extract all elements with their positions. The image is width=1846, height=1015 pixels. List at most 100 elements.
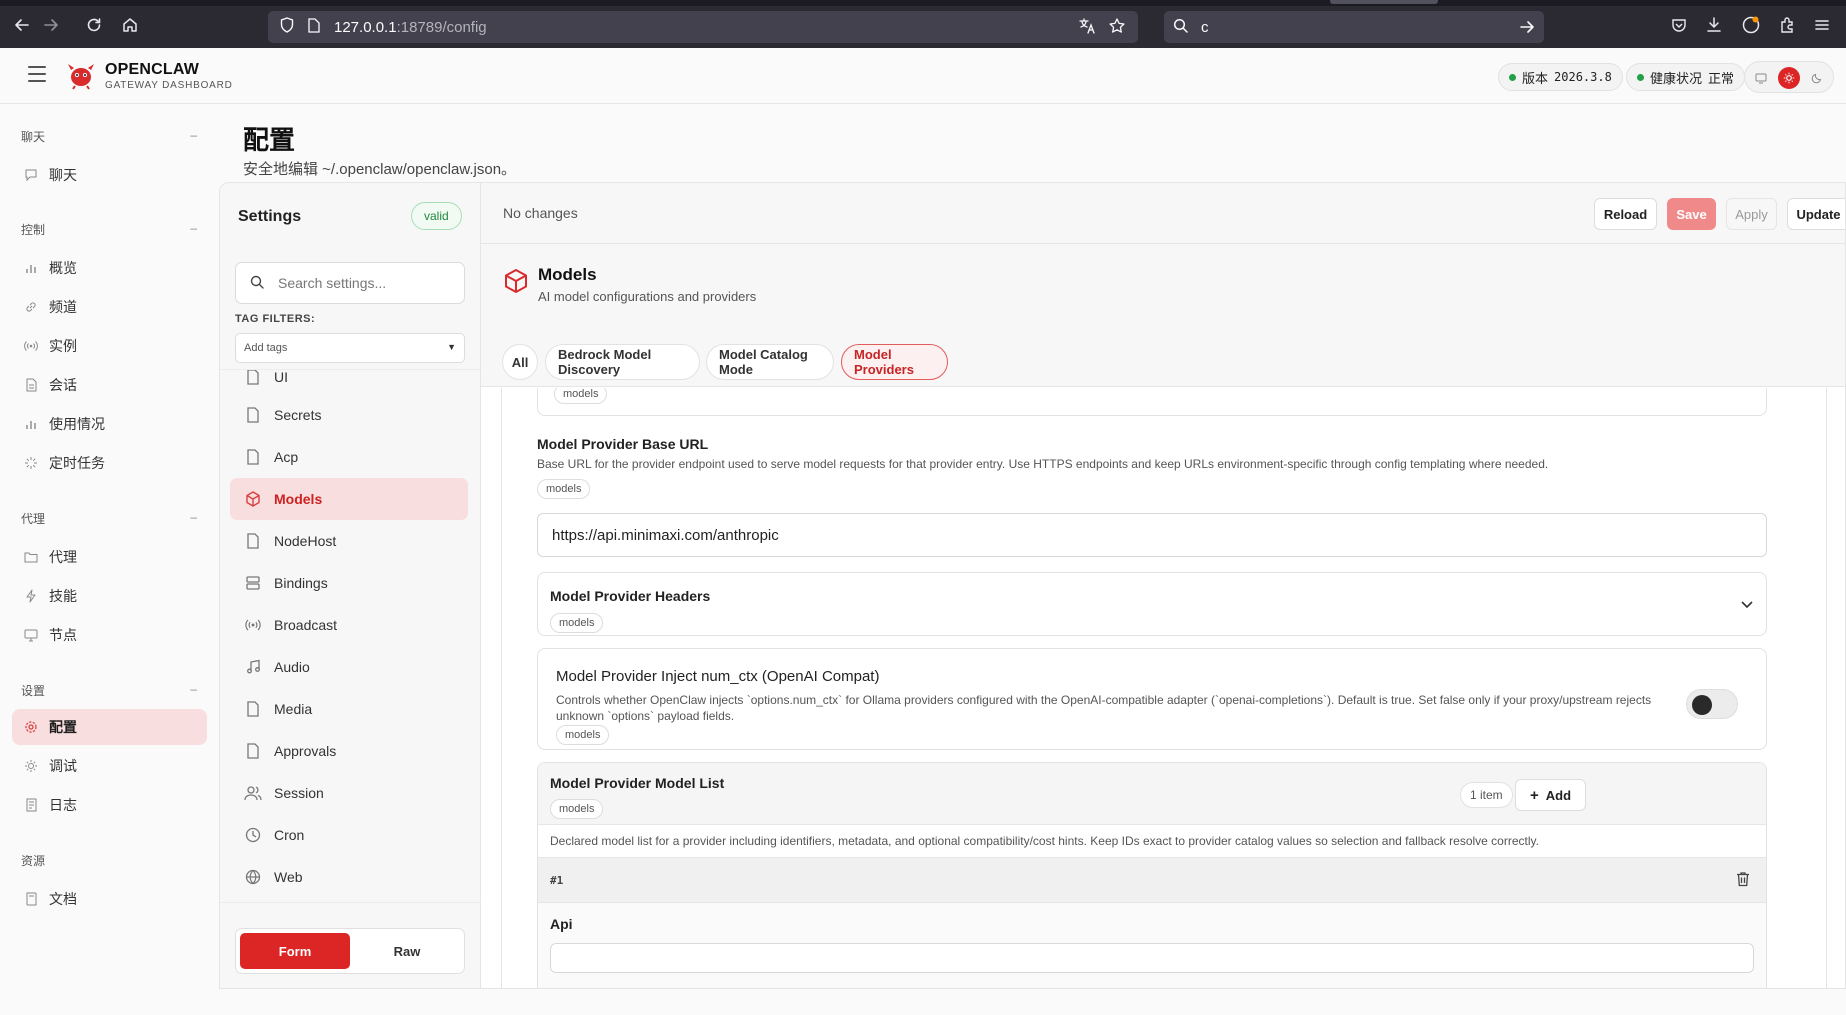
section-item-cron[interactable]: Cron <box>230 814 468 856</box>
nav-item-chat[interactable]: 聊天 <box>12 157 207 193</box>
active-tab-indicator[interactable] <box>1330 0 1438 4</box>
fields-scroll-area[interactable]: models Model Provider Base URL Base URL … <box>481 388 1845 988</box>
version-value: 2026.3.8 <box>1554 70 1612 84</box>
models-tag: models <box>550 799 604 819</box>
section-header: Models AI model configurations and provi… <box>481 244 1845 387</box>
chevron-down-icon[interactable] <box>1740 597 1754 613</box>
chip-bedrock-model-discovery[interactable]: Bedrock Model Discovery <box>545 344 700 380</box>
reload-button[interactable]: Reload <box>1594 198 1657 230</box>
nav-item-skills[interactable]: 技能 <box>12 578 207 614</box>
nav-group-chat[interactable]: 聊天 – <box>21 128 197 145</box>
bug-icon <box>23 758 39 774</box>
tab-strip <box>0 0 1846 6</box>
base-url-input[interactable]: https://api.minimaxi.com/anthropic <box>537 513 1767 557</box>
update-button[interactable]: Update <box>1787 198 1845 230</box>
browser-toolbar: 127.0.0.1:18789/config c <box>0 0 1846 48</box>
book-icon <box>23 891 39 907</box>
section-item-acp[interactable]: Acp <box>230 436 468 478</box>
apply-button[interactable]: Apply <box>1726 198 1777 230</box>
bookmark-star-icon[interactable] <box>1108 17 1126 39</box>
tag-filter-select[interactable]: Add tags ▼ <box>235 333 465 363</box>
log-icon <box>23 797 39 813</box>
globe-icon <box>244 868 262 886</box>
moon-icon[interactable] <box>1806 67 1828 89</box>
models-tag: models <box>537 479 591 499</box>
brand-subtitle: GATEWAY DASHBOARD <box>105 80 233 91</box>
chip-model-providers[interactable]: Model Providers <box>841 344 948 380</box>
nav-item-logs[interactable]: 日志 <box>12 787 207 823</box>
nav-item-instances[interactable]: 实例 <box>12 328 207 364</box>
headers-label: Model Provider Headers <box>550 588 711 604</box>
download-icon[interactable] <box>1704 15 1724 35</box>
collapse-icon[interactable]: – <box>190 682 197 696</box>
document-icon <box>244 370 262 386</box>
section-item-secrets[interactable]: Secrets <box>230 394 468 436</box>
forward-icon[interactable] <box>40 14 62 36</box>
inject-num-ctx-description-line2: unknown `options` payload fields. <box>556 709 735 723</box>
model-list-description: Declared model list for a provider inclu… <box>550 834 1539 848</box>
nav-group-control[interactable]: 控制 – <box>21 221 197 238</box>
nav-group-settings[interactable]: 设置 – <box>21 682 197 699</box>
nav-group-agents[interactable]: 代理 – <box>21 510 197 527</box>
nav-item-cron[interactable]: 定时任务 <box>12 445 207 481</box>
trash-icon[interactable] <box>1736 871 1750 890</box>
section-item-bindings[interactable]: Bindings <box>230 562 468 604</box>
url-bar[interactable]: 127.0.0.1:18789/config <box>268 11 1138 43</box>
menu-toggle-icon[interactable] <box>28 66 46 82</box>
api-input[interactable] <box>550 943 1754 973</box>
chip-all[interactable]: All <box>502 344 538 380</box>
app-menu-icon[interactable] <box>1812 15 1832 35</box>
form-mode-button[interactable]: Form <box>240 933 350 969</box>
openclaw-logo <box>66 60 96 90</box>
collapse-icon[interactable]: – <box>190 510 197 524</box>
raw-mode-button[interactable]: Raw <box>352 933 462 969</box>
plus-icon: + <box>1530 786 1539 804</box>
extensions-icon[interactable] <box>1777 15 1797 35</box>
inject-num-ctx-toggle[interactable] <box>1686 689 1738 719</box>
nav-item-agents[interactable]: 代理 <box>12 539 207 575</box>
collapse-icon[interactable]: – <box>190 221 197 235</box>
section-item-nodehost[interactable]: NodeHost <box>230 520 468 562</box>
browser-search-bar[interactable]: c <box>1164 11 1544 43</box>
document-icon <box>244 742 262 760</box>
nav-item-docs[interactable]: 文档 <box>12 881 207 917</box>
add-model-button[interactable]: + Add <box>1515 779 1587 811</box>
reload-icon[interactable] <box>83 14 105 36</box>
section-item-audio[interactable]: Audio <box>230 646 468 688</box>
go-arrow-icon[interactable] <box>1518 18 1536 40</box>
back-icon[interactable] <box>11 14 33 36</box>
chip-model-catalog-mode[interactable]: Model Catalog Mode <box>706 344 834 380</box>
browser-search-value: c <box>1201 18 1209 36</box>
nav-item-channels[interactable]: 频道 <box>12 289 207 325</box>
collapse-icon[interactable]: – <box>190 128 197 142</box>
nav-item-debug[interactable]: 调试 <box>12 748 207 784</box>
pocket-icon[interactable] <box>1669 15 1689 35</box>
monitor-icon[interactable] <box>1750 67 1772 89</box>
section-item-media[interactable]: Media <box>230 688 468 730</box>
nav-item-sessions[interactable]: 会话 <box>12 367 207 403</box>
save-button[interactable]: Save <box>1667 198 1716 230</box>
section-item-web[interactable]: Web <box>230 856 468 898</box>
app-header: OPENCLAW GATEWAY DASHBOARD 版本 2026.3.8 健… <box>0 48 1846 104</box>
nav-item-nodes[interactable]: 节点 <box>12 617 207 653</box>
sun-icon[interactable] <box>1778 67 1800 89</box>
section-item-approvals[interactable]: Approvals <box>230 730 468 772</box>
document-icon <box>23 377 39 393</box>
bolt-icon <box>23 588 39 604</box>
translate-icon[interactable] <box>1078 17 1096 40</box>
dropdown-arrow-icon: ▼ <box>447 342 456 352</box>
nav-item-overview[interactable]: 概览 <box>12 250 207 286</box>
nav-item-config[interactable]: 配置 <box>12 709 207 745</box>
headers-field-box[interactable]: Model Provider Headers models <box>537 572 1767 636</box>
section-item-session[interactable]: Session <box>230 772 468 814</box>
chat-bubble-icon <box>23 167 39 183</box>
settings-search-input[interactable]: Search settings... <box>235 262 465 304</box>
search-icon <box>250 275 266 292</box>
change-status: No changes <box>503 205 578 221</box>
section-item-broadcast[interactable]: Broadcast <box>230 604 468 646</box>
document-icon <box>244 448 262 466</box>
section-item-models[interactable]: Models <box>230 478 468 520</box>
home-icon[interactable] <box>119 14 141 36</box>
nav-item-usage[interactable]: 使用情况 <box>12 406 207 442</box>
account-icon[interactable] <box>1741 15 1761 35</box>
